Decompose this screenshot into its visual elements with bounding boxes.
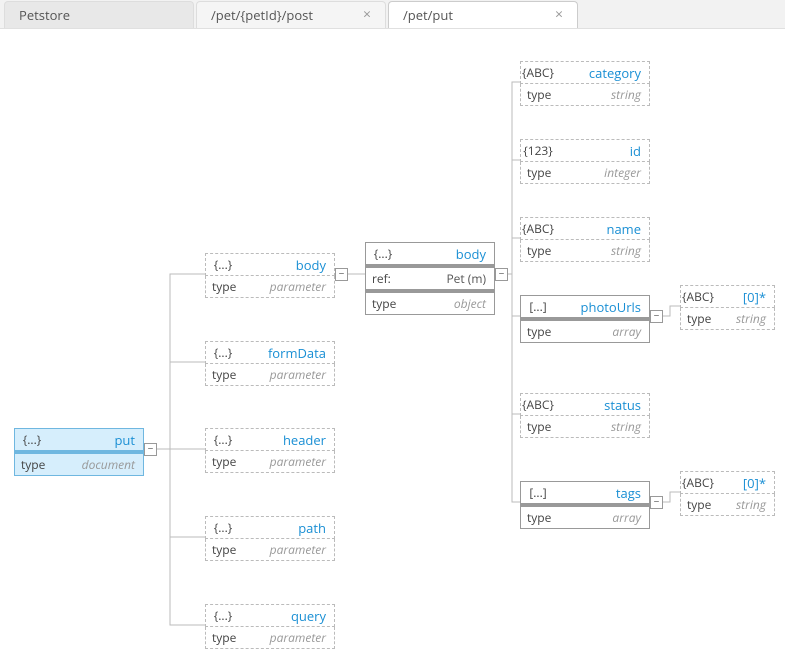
close-icon[interactable]: × [363,8,371,22]
node-name[interactable]: {ABC}name typestring [520,217,650,262]
type-label: type [681,310,721,327]
tab-bar: Petstore /pet/{petId}/post × /pet/put × [0,0,785,29]
type-label: type [521,164,561,181]
type-value: object [406,295,494,312]
node-header[interactable]: {...}header typeparameter [205,428,335,473]
node-photourls[interactable]: [...]photoUrls typearray [520,295,650,343]
type-label: type [521,323,561,340]
123-icon: {123} [521,142,555,159]
node-title: body [400,245,494,263]
type-value: parameter [246,541,334,558]
collapse-toggle[interactable]: − [335,268,348,281]
type-value: parameter [246,366,334,383]
type-value: string [561,86,649,103]
type-label: type [521,509,561,526]
ref-value: Pet (m) [406,270,494,287]
node-id[interactable]: {123}id typeinteger [520,139,650,184]
type-label: type [521,242,561,259]
abc-icon: {ABC} [521,396,555,413]
type-value: string [561,418,649,435]
node-title: status [555,396,649,414]
node-title: path [240,519,334,537]
node-status[interactable]: {ABC}status typestring [520,393,650,438]
braces-icon: {...} [206,256,240,273]
node-body-param[interactable]: {...}body typeparameter [205,253,335,298]
collapse-toggle[interactable]: − [650,496,663,509]
type-label: type [206,278,246,295]
node-query[interactable]: {...}query typeparameter [205,604,335,649]
type-label: type [206,366,246,383]
abc-icon: {ABC} [681,288,715,305]
node-photourls-item[interactable]: {ABC}[0]* typestring [680,285,775,330]
abc-icon: {ABC} [521,220,555,237]
array-icon: [...] [521,298,555,315]
braces-icon: {...} [206,431,240,448]
tab-label: /pet/{petId}/post [211,6,313,24]
abc-icon: {ABC} [521,64,555,81]
node-title: put [49,431,143,449]
type-label: type [366,295,406,312]
node-title: formData [240,344,334,362]
node-category[interactable]: {ABC}category typestring [520,61,650,106]
type-label: type [681,496,721,513]
tab-pet-put[interactable]: /pet/put × [388,1,578,28]
type-value: string [561,242,649,259]
tab-label: /pet/put [403,6,453,24]
braces-icon: {...} [15,431,49,448]
type-value: parameter [246,629,334,646]
type-label: type [206,629,246,646]
braces-icon: {...} [206,344,240,361]
collapse-toggle[interactable]: − [495,268,508,281]
braces-icon: {...} [206,607,240,624]
ref-label: ref: [366,270,406,287]
abc-icon: {ABC} [681,474,715,491]
diagram-canvas: {...}put typedocument − {...}body typepa… [0,29,785,662]
node-title: [0]* [715,474,774,492]
type-value: document [55,456,143,473]
type-value: parameter [246,278,334,295]
node-tags[interactable]: [...]tags typearray [520,481,650,529]
node-title: category [555,64,649,82]
node-title: tags [555,484,649,502]
type-value: string [721,496,774,513]
node-path[interactable]: {...}path typeparameter [205,516,335,561]
node-body-object[interactable]: {...}body ref:Pet (m) typeobject [365,242,495,315]
node-title: name [555,220,649,238]
app-frame: Petstore /pet/{petId}/post × /pet/put × [0,0,785,661]
node-put[interactable]: {...}put typedocument [14,428,144,476]
node-title: id [555,142,649,160]
node-title: [0]* [715,288,774,306]
collapse-toggle[interactable]: − [144,443,157,456]
tab-label: Petstore [19,6,70,24]
tab-petstore[interactable]: Petstore [4,1,194,28]
type-label: type [206,541,246,558]
array-icon: [...] [521,484,555,501]
close-icon[interactable]: × [555,8,563,22]
type-value: string [721,310,774,327]
node-title: query [240,607,334,625]
braces-icon: {...} [206,519,240,536]
node-tags-item[interactable]: {ABC}[0]* typestring [680,471,775,516]
type-value: array [561,323,649,340]
connector-lines [0,29,785,662]
braces-icon: {...} [366,245,400,262]
node-formdata[interactable]: {...}formData typeparameter [205,341,335,386]
tab-pet-post[interactable]: /pet/{petId}/post × [196,1,386,28]
type-label: type [521,418,561,435]
type-value: array [561,509,649,526]
type-value: integer [561,164,649,181]
type-label: type [206,453,246,470]
node-title: photoUrls [555,298,649,316]
node-title: body [240,256,334,274]
type-label: type [15,456,55,473]
type-label: type [521,86,561,103]
collapse-toggle[interactable]: − [650,310,663,323]
type-value: parameter [246,453,334,470]
node-title: header [240,431,334,449]
